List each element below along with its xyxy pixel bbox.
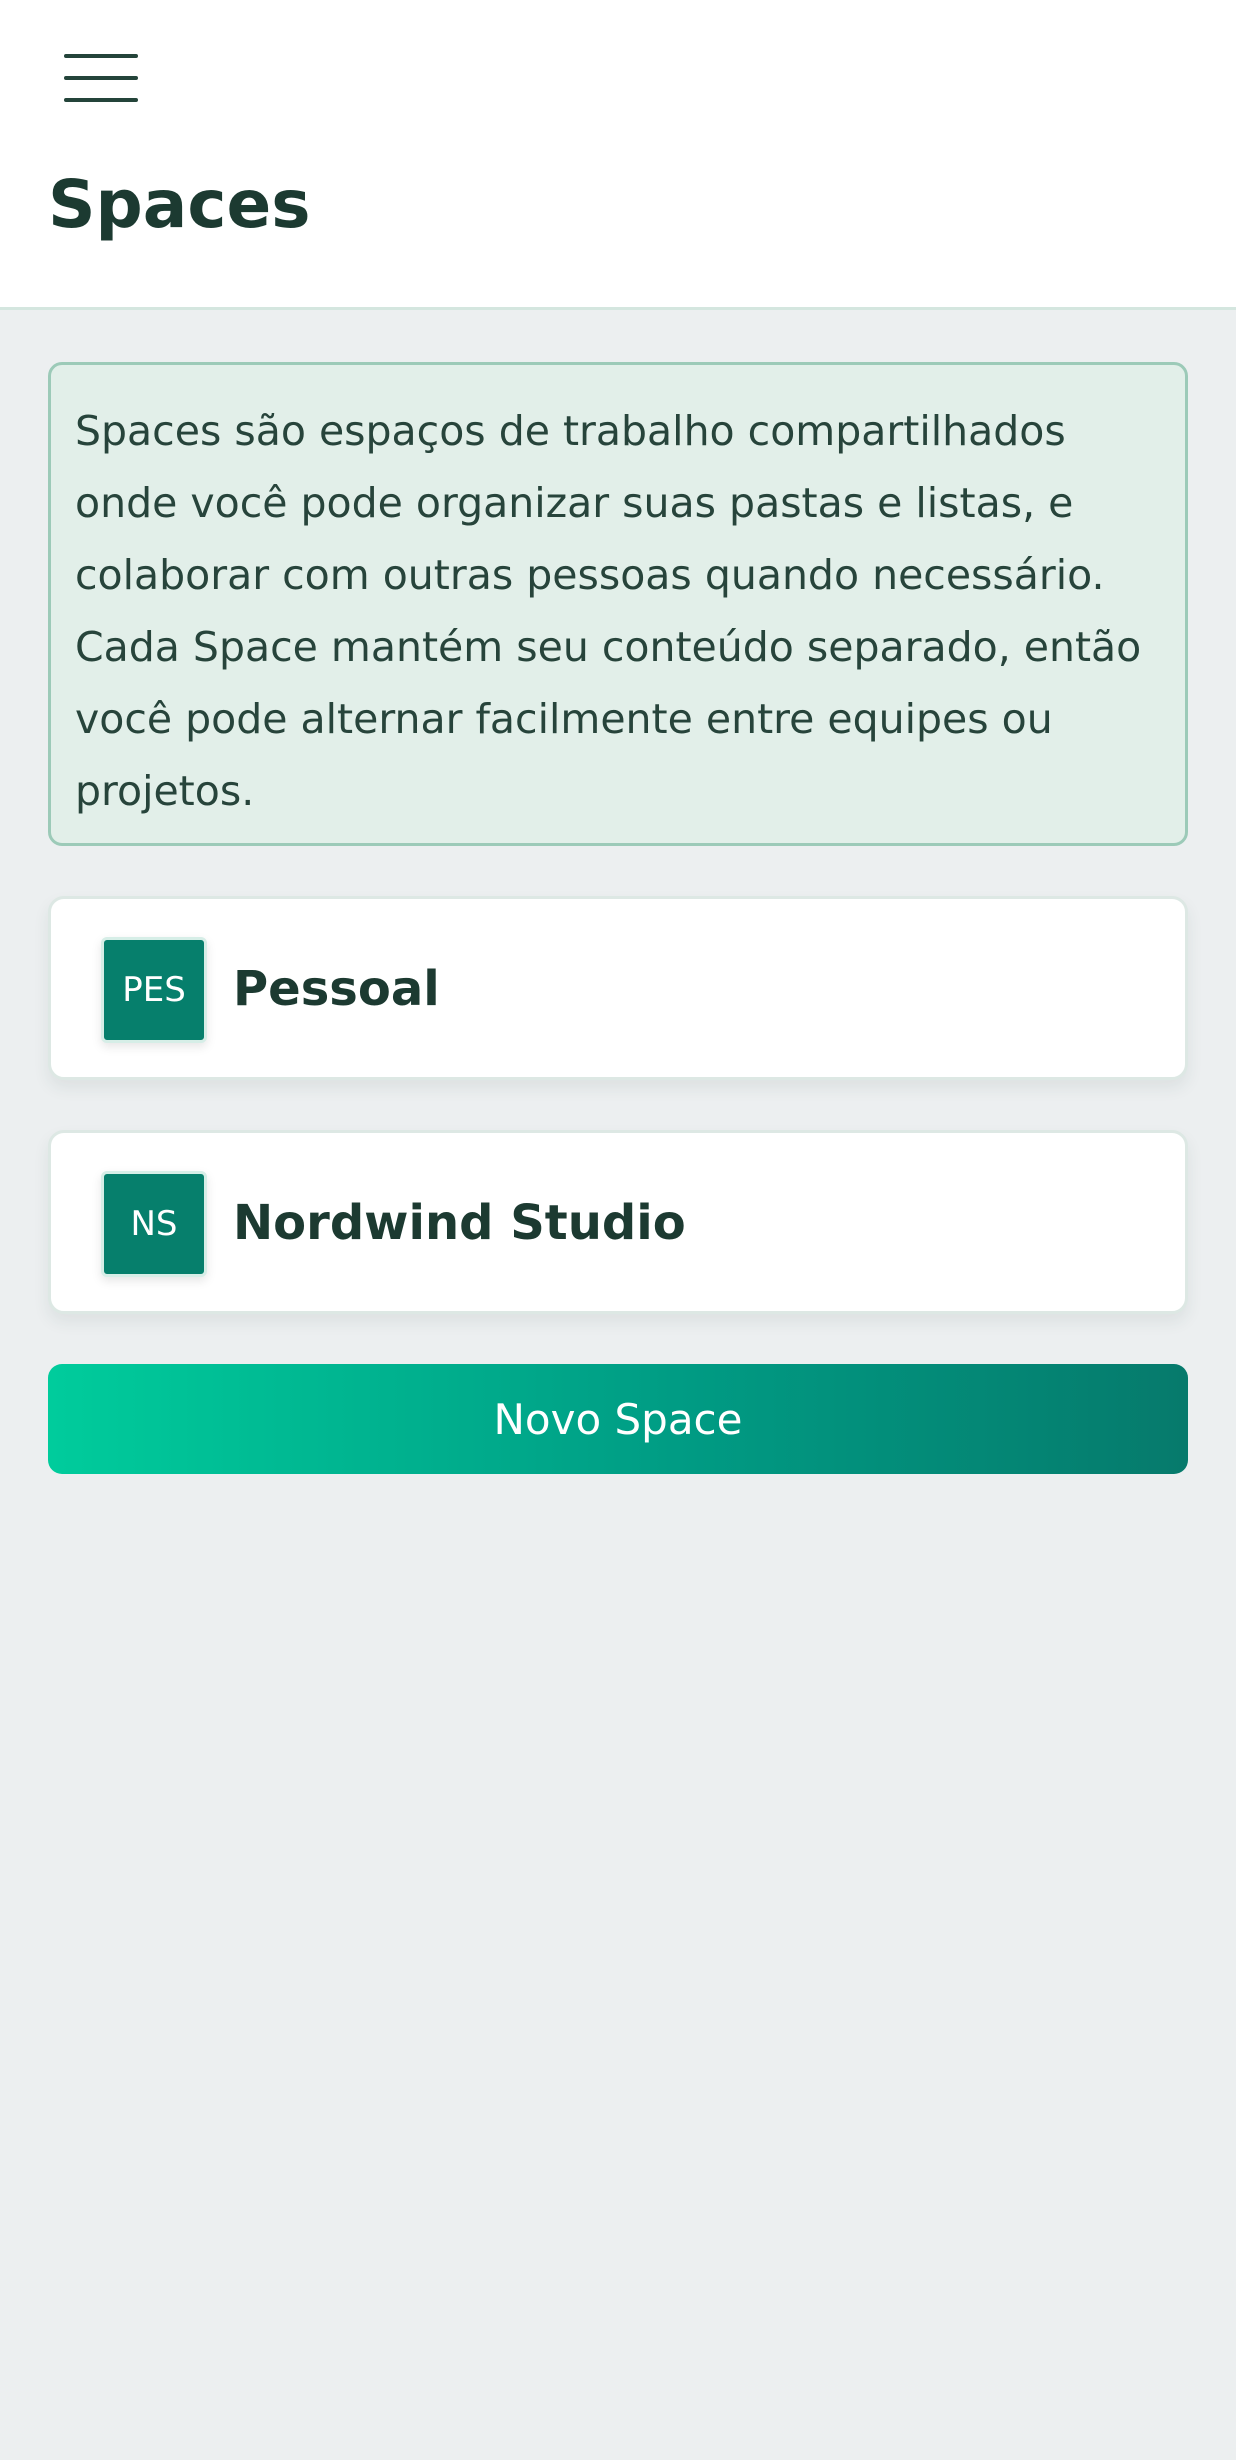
app-header: Spaces [0, 0, 1236, 310]
page-title: Spaces [48, 166, 311, 243]
menu-bar-line [64, 98, 138, 102]
info-text: Spaces são espaços de trabalho compartil… [75, 407, 1142, 815]
space-name: Nordwind Studio [233, 1195, 686, 1251]
space-card-nordwind-studio[interactable]: NS Nordwind Studio [48, 1130, 1188, 1314]
menu-bar-line [64, 76, 138, 80]
hamburger-menu-icon[interactable] [50, 40, 154, 116]
info-panel: Spaces são espaços de trabalho compartil… [48, 362, 1188, 846]
new-space-button[interactable]: Novo Space [48, 1364, 1188, 1474]
space-name: Pessoal [233, 961, 440, 1017]
menu-bar-line [64, 54, 138, 58]
space-avatar: PES [101, 937, 207, 1043]
space-card-pessoal[interactable]: PES Pessoal [48, 896, 1188, 1080]
space-avatar: NS [101, 1171, 207, 1277]
